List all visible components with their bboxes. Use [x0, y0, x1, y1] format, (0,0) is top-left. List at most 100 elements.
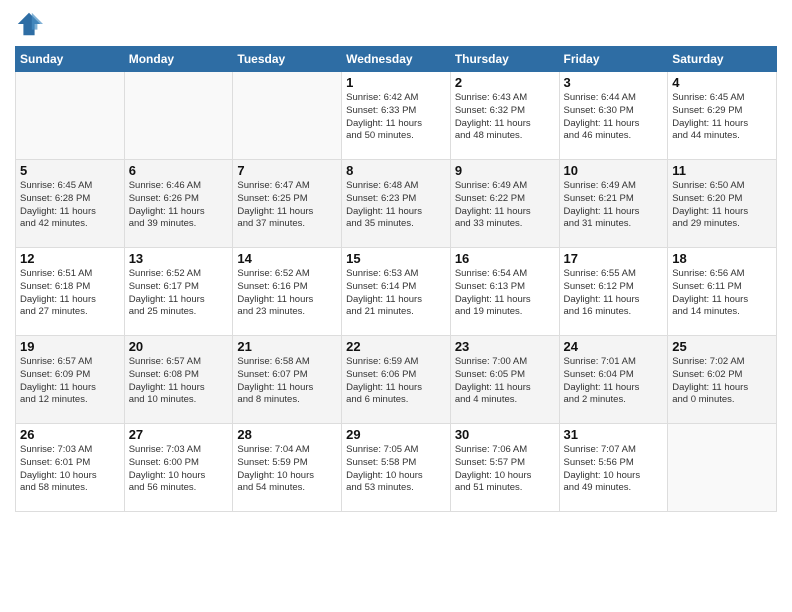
day-number: 31: [564, 427, 664, 442]
calendar-cell: 15 Sunrise: 6:53 AM Sunset: 6:14 PM Dayli…: [342, 248, 451, 336]
day-number: 5: [20, 163, 120, 178]
calendar-cell: 10 Sunrise: 6:49 AM Sunset: 6:21 PM Dayli…: [559, 160, 668, 248]
day-number: 15: [346, 251, 446, 266]
weekday-wednesday: Wednesday: [342, 47, 451, 72]
calendar-table: SundayMondayTuesdayWednesdayThursdayFrid…: [15, 46, 777, 512]
day-number: 11: [672, 163, 772, 178]
calendar-cell: 23 Sunrise: 7:00 AM Sunset: 6:05 PM Dayli…: [450, 336, 559, 424]
day-number: 10: [564, 163, 664, 178]
day-info: Sunrise: 6:59 AM Sunset: 6:06 PM Dayligh…: [346, 356, 446, 407]
weekday-sunday: Sunday: [16, 47, 125, 72]
day-number: 12: [20, 251, 120, 266]
day-number: 21: [237, 339, 337, 354]
calendar-cell: 9 Sunrise: 6:49 AM Sunset: 6:22 PM Daylig…: [450, 160, 559, 248]
day-number: 2: [455, 75, 555, 90]
day-number: 8: [346, 163, 446, 178]
calendar-cell: 30 Sunrise: 7:06 AM Sunset: 5:57 PM Dayli…: [450, 424, 559, 512]
calendar-cell: 14 Sunrise: 6:52 AM Sunset: 6:16 PM Dayli…: [233, 248, 342, 336]
day-number: 13: [129, 251, 229, 266]
calendar-cell: 13 Sunrise: 6:52 AM Sunset: 6:17 PM Dayli…: [124, 248, 233, 336]
day-info: Sunrise: 6:58 AM Sunset: 6:07 PM Dayligh…: [237, 356, 337, 407]
week-row-4: 19 Sunrise: 6:57 AM Sunset: 6:09 PM Dayli…: [16, 336, 777, 424]
day-info: Sunrise: 7:07 AM Sunset: 5:56 PM Dayligh…: [564, 444, 664, 495]
day-info: Sunrise: 7:04 AM Sunset: 5:59 PM Dayligh…: [237, 444, 337, 495]
calendar-cell: 26Sunrise: 7:03 AM Sunset: 6:01 PM Dayli…: [16, 424, 125, 512]
day-number: 6: [129, 163, 229, 178]
logo-icon: [15, 10, 43, 38]
calendar-cell: 8 Sunrise: 6:48 AM Sunset: 6:23 PM Daylig…: [342, 160, 451, 248]
week-row-2: 5 Sunrise: 6:45 AM Sunset: 6:28 PM Daylig…: [16, 160, 777, 248]
day-number: 25: [672, 339, 772, 354]
day-number: 1: [346, 75, 446, 90]
day-info: Sunrise: 6:56 AM Sunset: 6:11 PM Dayligh…: [672, 268, 772, 319]
day-info: Sunrise: 6:45 AM Sunset: 6:28 PM Dayligh…: [20, 180, 120, 231]
day-info: Sunrise: 6:48 AM Sunset: 6:23 PM Dayligh…: [346, 180, 446, 231]
calendar-cell: 1 Sunrise: 6:42 AM Sunset: 6:33 PM Daylig…: [342, 72, 451, 160]
calendar-cell: 19 Sunrise: 6:57 AM Sunset: 6:09 PM Dayli…: [16, 336, 125, 424]
calendar-cell: 18 Sunrise: 6:56 AM Sunset: 6:11 PM Dayli…: [668, 248, 777, 336]
day-info: Sunrise: 6:53 AM Sunset: 6:14 PM Dayligh…: [346, 268, 446, 319]
calendar-cell: 11 Sunrise: 6:50 AM Sunset: 6:20 PM Dayli…: [668, 160, 777, 248]
day-info: Sunrise: 6:47 AM Sunset: 6:25 PM Dayligh…: [237, 180, 337, 231]
calendar-cell: 22 Sunrise: 6:59 AM Sunset: 6:06 PM Dayli…: [342, 336, 451, 424]
calendar-cell: 20 Sunrise: 6:57 AM Sunset: 6:08 PM Dayli…: [124, 336, 233, 424]
day-number: 19: [20, 339, 120, 354]
calendar-cell: 16 Sunrise: 6:54 AM Sunset: 6:13 PM Dayli…: [450, 248, 559, 336]
day-info: Sunrise: 6:55 AM Sunset: 6:12 PM Dayligh…: [564, 268, 664, 319]
day-info: Sunrise: 6:57 AM Sunset: 6:08 PM Dayligh…: [129, 356, 229, 407]
page-container: SundayMondayTuesdayWednesdayThursdayFrid…: [0, 0, 792, 517]
calendar-cell: 24Sunrise: 7:01 AM Sunset: 6:04 PM Dayli…: [559, 336, 668, 424]
day-number: 16: [455, 251, 555, 266]
weekday-header-row: SundayMondayTuesdayWednesdayThursdayFrid…: [16, 47, 777, 72]
day-number: 9: [455, 163, 555, 178]
logo: [15, 10, 47, 38]
calendar-cell: [668, 424, 777, 512]
day-number: 17: [564, 251, 664, 266]
weekday-saturday: Saturday: [668, 47, 777, 72]
day-info: Sunrise: 6:45 AM Sunset: 6:29 PM Dayligh…: [672, 92, 772, 143]
header: [15, 10, 777, 38]
calendar-cell: 25 Sunrise: 7:02 AM Sunset: 6:02 PM Dayli…: [668, 336, 777, 424]
day-info: Sunrise: 6:50 AM Sunset: 6:20 PM Dayligh…: [672, 180, 772, 231]
day-number: 20: [129, 339, 229, 354]
week-row-1: 1 Sunrise: 6:42 AM Sunset: 6:33 PM Daylig…: [16, 72, 777, 160]
day-info: Sunrise: 7:00 AM Sunset: 6:05 PM Dayligh…: [455, 356, 555, 407]
day-info: Sunrise: 6:49 AM Sunset: 6:21 PM Dayligh…: [564, 180, 664, 231]
day-number: 26: [20, 427, 120, 442]
day-info: Sunrise: 6:42 AM Sunset: 6:33 PM Dayligh…: [346, 92, 446, 143]
day-number: 14: [237, 251, 337, 266]
day-info: Sunrise: 7:01 AM Sunset: 6:04 PM Dayligh…: [564, 356, 664, 407]
day-info: Sunrise: 6:44 AM Sunset: 6:30 PM Dayligh…: [564, 92, 664, 143]
day-info: Sunrise: 6:46 AM Sunset: 6:26 PM Dayligh…: [129, 180, 229, 231]
day-number: 29: [346, 427, 446, 442]
day-info: Sunrise: 6:54 AM Sunset: 6:13 PM Dayligh…: [455, 268, 555, 319]
day-info: Sunrise: 6:52 AM Sunset: 6:17 PM Dayligh…: [129, 268, 229, 319]
day-info: Sunrise: 7:02 AM Sunset: 6:02 PM Dayligh…: [672, 356, 772, 407]
calendar-cell: 6 Sunrise: 6:46 AM Sunset: 6:26 PM Daylig…: [124, 160, 233, 248]
day-info: Sunrise: 6:57 AM Sunset: 6:09 PM Dayligh…: [20, 356, 120, 407]
day-number: 18: [672, 251, 772, 266]
calendar-cell: 3 Sunrise: 6:44 AM Sunset: 6:30 PM Daylig…: [559, 72, 668, 160]
day-info: Sunrise: 7:06 AM Sunset: 5:57 PM Dayligh…: [455, 444, 555, 495]
calendar-cell: 29 Sunrise: 7:05 AM Sunset: 5:58 PM Dayli…: [342, 424, 451, 512]
calendar-cell: 4 Sunrise: 6:45 AM Sunset: 6:29 PM Daylig…: [668, 72, 777, 160]
day-number: 4: [672, 75, 772, 90]
calendar-cell: 28 Sunrise: 7:04 AM Sunset: 5:59 PM Dayli…: [233, 424, 342, 512]
weekday-thursday: Thursday: [450, 47, 559, 72]
calendar-cell: 31 Sunrise: 7:07 AM Sunset: 5:56 PM Dayli…: [559, 424, 668, 512]
day-number: 28: [237, 427, 337, 442]
calendar-cell: [124, 72, 233, 160]
day-info: Sunrise: 6:52 AM Sunset: 6:16 PM Dayligh…: [237, 268, 337, 319]
day-info: Sunrise: 7:05 AM Sunset: 5:58 PM Dayligh…: [346, 444, 446, 495]
calendar-cell: 27Sunrise: 7:03 AM Sunset: 6:00 PM Dayli…: [124, 424, 233, 512]
day-number: 30: [455, 427, 555, 442]
day-number: 23: [455, 339, 555, 354]
day-info: Sunrise: 6:43 AM Sunset: 6:32 PM Dayligh…: [455, 92, 555, 143]
day-number: 3: [564, 75, 664, 90]
week-row-3: 12Sunrise: 6:51 AM Sunset: 6:18 PM Dayli…: [16, 248, 777, 336]
day-number: 22: [346, 339, 446, 354]
weekday-friday: Friday: [559, 47, 668, 72]
day-info: Sunrise: 6:49 AM Sunset: 6:22 PM Dayligh…: [455, 180, 555, 231]
calendar-cell: 12Sunrise: 6:51 AM Sunset: 6:18 PM Dayli…: [16, 248, 125, 336]
day-info: Sunrise: 7:03 AM Sunset: 6:00 PM Dayligh…: [129, 444, 229, 495]
